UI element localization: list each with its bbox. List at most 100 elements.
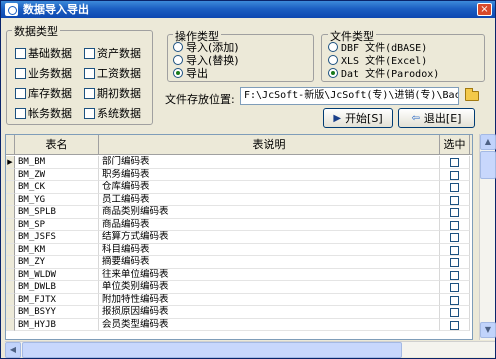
checkbox-box[interactable] bbox=[15, 87, 26, 99]
table-row[interactable]: BM_KM 科目编码表 bbox=[6, 243, 472, 256]
cell-selected[interactable] bbox=[440, 156, 470, 169]
cell-table-description[interactable]: 商品类别编码表 bbox=[99, 206, 440, 219]
radio-button[interactable] bbox=[328, 41, 338, 52]
header-selected[interactable]: 选中 bbox=[440, 135, 470, 155]
header-table-description[interactable]: 表说明 bbox=[99, 135, 440, 155]
cell-table-name[interactable]: BM_ZY bbox=[15, 256, 99, 269]
row-select-checkbox[interactable] bbox=[450, 158, 459, 167]
cell-table-description[interactable]: 科目编码表 bbox=[99, 243, 440, 256]
table-row[interactable]: BM_HYJB 会员类型编码表 bbox=[6, 318, 472, 331]
table-row[interactable]: BM_BSYY 报损原因编码表 bbox=[6, 306, 472, 319]
cell-table-description[interactable]: 会员类型编码表 bbox=[99, 318, 440, 331]
checkbox-data-type[interactable]: 业务数据 bbox=[15, 65, 72, 81]
table-row[interactable]: BM_YG 员工编码表 bbox=[6, 193, 472, 206]
cell-table-name[interactable]: BM_SP bbox=[15, 218, 99, 231]
table-row[interactable]: BM_SP 商品编码表 bbox=[6, 218, 472, 231]
row-select-checkbox[interactable] bbox=[450, 283, 459, 292]
checkbox-data-type[interactable]: 基础数据 bbox=[15, 45, 72, 61]
cell-table-description[interactable]: 商品编码表 bbox=[99, 218, 440, 231]
start-button[interactable]: ▶ 开始[S] bbox=[323, 108, 393, 128]
horizontal-scroll-thumb[interactable] bbox=[22, 342, 402, 358]
scroll-left-arrow-icon[interactable]: ◀ bbox=[5, 342, 21, 358]
checkbox-box[interactable] bbox=[84, 107, 95, 119]
row-select-checkbox[interactable] bbox=[450, 258, 459, 267]
cell-selected[interactable] bbox=[440, 206, 470, 219]
table-row[interactable]: BM_SPLB 商品类别编码表 bbox=[6, 206, 472, 219]
radio-button[interactable] bbox=[173, 68, 183, 78]
cell-selected[interactable] bbox=[440, 181, 470, 194]
cell-table-description[interactable]: 员工编码表 bbox=[99, 193, 440, 206]
cell-table-description[interactable]: 结算方式编码表 bbox=[99, 231, 440, 244]
row-select-checkbox[interactable] bbox=[450, 245, 459, 255]
cell-selected[interactable] bbox=[440, 281, 470, 294]
cell-table-name[interactable]: BM_DWLB bbox=[15, 281, 99, 294]
table-row[interactable]: BM_CK 仓库编码表 bbox=[6, 181, 472, 194]
cell-table-description[interactable]: 报损原因编码表 bbox=[99, 306, 440, 319]
cell-table-name[interactable]: BM_SPLB bbox=[15, 206, 99, 219]
cell-selected[interactable] bbox=[440, 293, 470, 306]
table-row[interactable]: BM_ZY 摘要编码表 bbox=[6, 256, 472, 269]
checkbox-data-type[interactable]: 帐务数据 bbox=[15, 105, 72, 121]
radio-option[interactable]: 导出 bbox=[173, 65, 208, 81]
checkbox-box[interactable] bbox=[15, 47, 26, 59]
row-select-checkbox[interactable] bbox=[450, 233, 459, 242]
checkbox-box[interactable] bbox=[84, 47, 95, 59]
close-button[interactable]: × bbox=[477, 3, 492, 16]
vertical-scrollbar[interactable]: ▲ ▼ bbox=[479, 134, 496, 340]
row-select-checkbox[interactable] bbox=[450, 295, 459, 305]
row-select-checkbox[interactable] bbox=[450, 208, 459, 217]
cell-table-name[interactable]: BM_BM bbox=[15, 156, 99, 169]
table-row[interactable]: BM_FJTX 附加特性编码表 bbox=[6, 293, 472, 306]
cell-table-name[interactable]: BM_YG bbox=[15, 193, 99, 206]
row-select-checkbox[interactable] bbox=[450, 220, 459, 230]
checkbox-box[interactable] bbox=[84, 87, 95, 99]
cell-selected[interactable] bbox=[440, 306, 470, 319]
checkbox-data-type[interactable]: 期初数据 bbox=[84, 85, 141, 101]
row-select-checkbox[interactable] bbox=[450, 195, 459, 205]
cell-selected[interactable] bbox=[440, 243, 470, 256]
checkbox-data-type[interactable]: 工资数据 bbox=[84, 65, 141, 81]
cell-table-name[interactable]: BM_ZW bbox=[15, 168, 99, 181]
header-table-name[interactable]: 表名 bbox=[15, 135, 99, 155]
cell-table-name[interactable]: BM_FJTX bbox=[15, 293, 99, 306]
path-input[interactable]: F:\JcSoft-新版\JcSoft(专)\进销(专)\Backup bbox=[240, 87, 459, 105]
cell-table-description[interactable]: 摘要编码表 bbox=[99, 256, 440, 269]
cell-selected[interactable] bbox=[440, 231, 470, 244]
checkbox-box[interactable] bbox=[15, 67, 26, 79]
cell-table-description[interactable]: 仓库编码表 bbox=[99, 181, 440, 194]
title-bar[interactable]: 数据导入导出 × bbox=[1, 1, 495, 18]
vertical-scroll-thumb[interactable] bbox=[480, 151, 496, 179]
cell-selected[interactable] bbox=[440, 318, 470, 331]
row-select-checkbox[interactable] bbox=[450, 270, 459, 280]
row-select-checkbox[interactable] bbox=[450, 183, 459, 192]
table-row[interactable]: BM_DWLB 单位类别编码表 bbox=[6, 281, 472, 294]
cell-table-description[interactable]: 附加特性编码表 bbox=[99, 293, 440, 306]
checkbox-data-type[interactable]: 系统数据 bbox=[84, 105, 141, 121]
exit-button[interactable]: ⇦ 退出[E] bbox=[398, 108, 475, 128]
horizontal-scrollbar[interactable]: ◀ bbox=[5, 341, 495, 358]
cell-selected[interactable] bbox=[440, 193, 470, 206]
radio-button[interactable] bbox=[328, 54, 338, 65]
cell-table-name[interactable]: BM_CK bbox=[15, 181, 99, 194]
cell-selected[interactable] bbox=[440, 168, 470, 181]
cell-selected[interactable] bbox=[440, 256, 470, 269]
radio-button[interactable] bbox=[173, 42, 183, 52]
scroll-up-arrow-icon[interactable]: ▲ bbox=[480, 134, 496, 150]
radio-button[interactable] bbox=[328, 67, 338, 78]
cell-selected[interactable] bbox=[440, 218, 470, 231]
checkbox-box[interactable] bbox=[84, 67, 95, 79]
table-row[interactable]: BM_ZW 职务编码表 bbox=[6, 168, 472, 181]
table-row[interactable]: BM_JSFS 结算方式编码表 bbox=[6, 231, 472, 244]
cell-table-description[interactable]: 部门编码表 bbox=[99, 156, 440, 169]
cell-table-name[interactable]: BM_HYJB bbox=[15, 318, 99, 331]
row-select-checkbox[interactable] bbox=[450, 308, 459, 317]
table-row[interactable]: ▶ BM_BM 部门编码表 bbox=[6, 156, 472, 169]
cell-table-name[interactable]: BM_KM bbox=[15, 243, 99, 256]
checkbox-data-type[interactable]: 库存数据 bbox=[15, 85, 72, 101]
cell-table-description[interactable]: 职务编码表 bbox=[99, 168, 440, 181]
cell-table-name[interactable]: BM_WLDW bbox=[15, 268, 99, 281]
scroll-down-arrow-icon[interactable]: ▼ bbox=[480, 322, 496, 338]
cell-selected[interactable] bbox=[440, 268, 470, 281]
cell-table-description[interactable]: 单位类别编码表 bbox=[99, 281, 440, 294]
row-select-checkbox[interactable] bbox=[450, 320, 459, 330]
